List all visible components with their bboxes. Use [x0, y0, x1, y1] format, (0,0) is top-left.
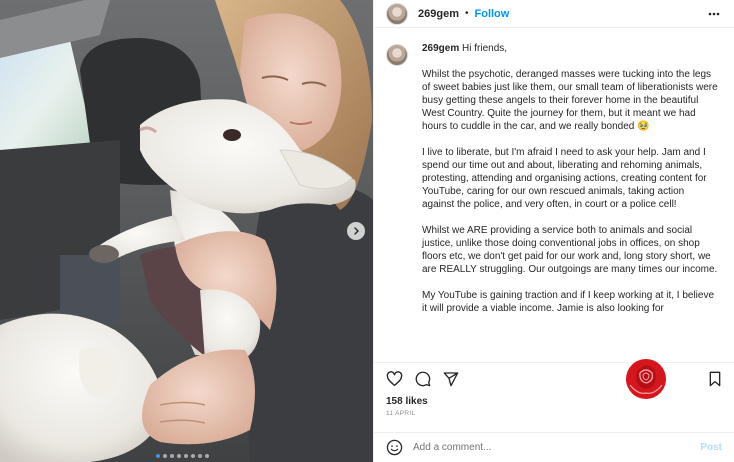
caption-avatar[interactable]: [386, 44, 408, 66]
caption-body: 269gem Hi friends, Whilst the psychotic,…: [422, 42, 718, 362]
save-button[interactable]: [708, 371, 722, 392]
carousel-dot[interactable]: [170, 454, 174, 458]
avatar[interactable]: [386, 2, 408, 25]
carousel-dot[interactable]: [163, 454, 167, 458]
carousel-dot[interactable]: [198, 454, 202, 458]
more-options-icon: [708, 12, 720, 16]
chevron-right-icon: [354, 227, 359, 235]
caption-paragraph: I live to liberate, but I'm afraid I nee…: [422, 147, 707, 210]
header-separator: •: [464, 8, 469, 19]
like-button[interactable]: [386, 370, 403, 387]
comment-input[interactable]: Add a comment...: [413, 442, 700, 453]
caption-paragraph: Whilst the psychotic, deranged masses we…: [422, 69, 718, 132]
post-date[interactable]: 11 APRIL: [374, 410, 734, 432]
caption-paragraph: Whilst we ARE providing a service both t…: [422, 225, 718, 275]
caption-paragraph: My YouTube is gaining traction and if I …: [422, 290, 715, 314]
caption-username[interactable]: 269gem: [422, 43, 459, 54]
more-options-button[interactable]: [708, 7, 720, 25]
like-count[interactable]: 158 likes: [374, 394, 734, 410]
carousel-next-button[interactable]: [347, 222, 365, 240]
carousel-dot[interactable]: [156, 454, 160, 458]
carousel-dots: [156, 454, 209, 458]
emoji-button[interactable]: [386, 439, 403, 456]
photo-lamb-cuddle: [0, 0, 373, 462]
carousel-dot[interactable]: [191, 454, 195, 458]
post-comment-button[interactable]: Post: [700, 442, 722, 453]
bookmark-icon: [709, 371, 721, 387]
header-username[interactable]: 269gem: [418, 8, 459, 20]
share-button[interactable]: [443, 371, 459, 387]
post-caption: 269gem Hi friends, Whilst the psychotic,…: [374, 28, 734, 362]
post-side-panel: 269gem • Follow 269gem Hi friends, Whils…: [373, 0, 734, 462]
comment-button[interactable]: [415, 371, 431, 387]
instagram-post: 269gem • Follow 269gem Hi friends, Whils…: [0, 0, 734, 462]
action-bar: [374, 359, 734, 399]
follow-button[interactable]: Follow: [475, 8, 510, 20]
post-photo[interactable]: [0, 0, 373, 462]
emoji-icon: [386, 439, 403, 456]
comment-icon: [415, 371, 431, 386]
rose-icon: [626, 359, 666, 399]
carousel-dot[interactable]: [177, 454, 181, 458]
caption-greeting: Hi friends,: [462, 43, 508, 54]
share-icon: [443, 371, 459, 386]
heart-icon: [386, 370, 403, 386]
carousel-dot[interactable]: [184, 454, 188, 458]
carousel-dot[interactable]: [205, 454, 209, 458]
caption-greeting-line: 269gem Hi friends,: [422, 42, 718, 55]
post-header: 269gem • Follow: [374, 0, 734, 28]
comment-bar: Add a comment... Post: [374, 432, 734, 462]
